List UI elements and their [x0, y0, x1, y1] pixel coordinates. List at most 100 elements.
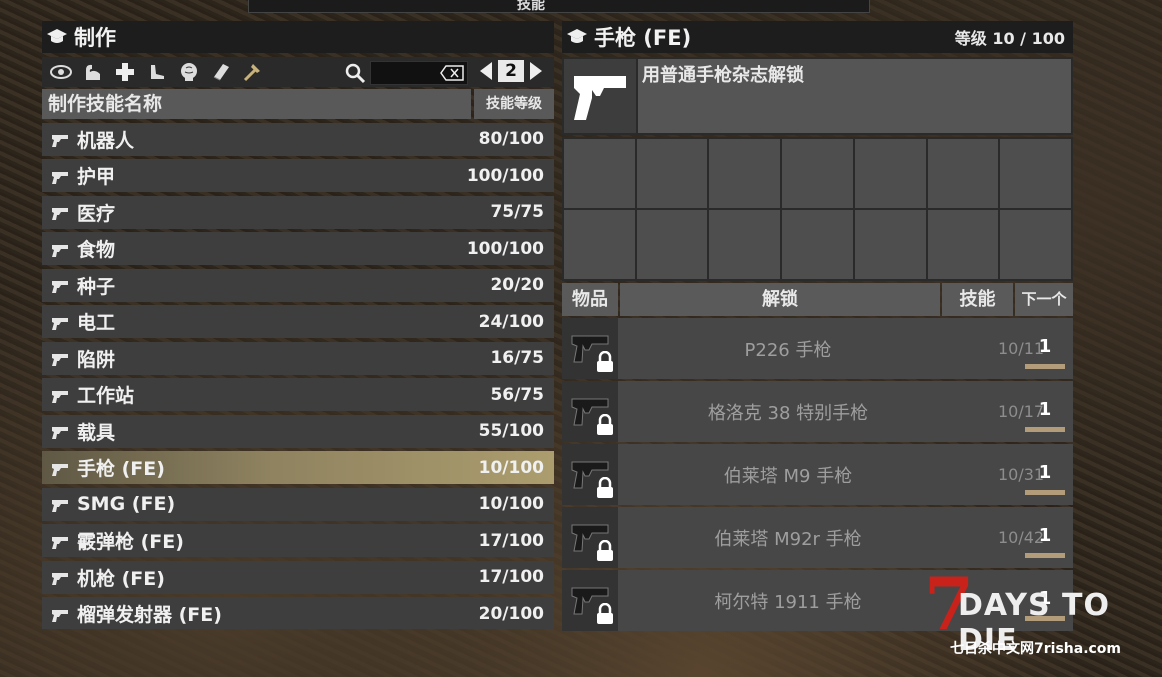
- skill-level: 等级 10 / 100: [954, 29, 1065, 48]
- trap-icon: [47, 347, 73, 369]
- skill-row[interactable]: SMG (FE) 10/100: [42, 487, 554, 521]
- skill-name-column[interactable]: 制作技能名称: [42, 89, 471, 119]
- skill-row-level: 24/100: [478, 311, 544, 332]
- top-tab-bar: 技能: [248, 0, 870, 13]
- perk-slot[interactable]: [782, 139, 853, 208]
- skill-row-label: 种子: [77, 275, 116, 298]
- hammer-icon[interactable]: [240, 61, 266, 83]
- filter-toolbar: 2: [42, 57, 554, 87]
- search-input[interactable]: [370, 61, 468, 85]
- weapon-icon: [562, 507, 618, 568]
- unlock-info: 伯莱塔 M9 手枪 10/31 1: [618, 444, 1073, 505]
- arm-icon[interactable]: [80, 61, 106, 83]
- unlock-list-header: 物品 解锁 技能 下一个: [562, 283, 1073, 316]
- skill-row[interactable]: 食物 100/100: [42, 232, 554, 265]
- perk-slot[interactable]: [636, 139, 708, 208]
- perk-slot[interactable]: [927, 210, 999, 279]
- unlock-next: 1: [1038, 462, 1052, 483]
- weapon-icon: [562, 381, 618, 442]
- feet-icon[interactable]: [144, 61, 170, 83]
- skill-row[interactable]: 载具 55/100: [42, 414, 554, 448]
- plus-icon[interactable]: [112, 61, 138, 83]
- crafting-panel-header: 制作: [42, 21, 554, 53]
- eye-icon[interactable]: [48, 61, 74, 83]
- skill-row-label: 霰弹枪 (FE): [77, 531, 184, 553]
- perk-slot[interactable]: [782, 210, 853, 279]
- skill-row[interactable]: 电工 24/100: [42, 305, 554, 338]
- skill-row[interactable]: 霰弹枪 (FE) 17/100: [42, 524, 554, 557]
- pager: 2: [478, 60, 544, 82]
- game-logo-watermark: 7 DAYS TO DIE 七日杀中文网7risha.com: [924, 568, 1154, 668]
- crafting-panel-title: 制作: [74, 26, 116, 50]
- skill-row-level: 80/100: [478, 129, 544, 149]
- perk-slot[interactable]: [1000, 139, 1071, 208]
- unlock-name: P226 手枪: [744, 339, 832, 361]
- skill-row[interactable]: 榴弹发射器 (FE) 20/100: [42, 597, 554, 629]
- graduation-cap-icon: [47, 29, 67, 43]
- skill-description: 用普通手枪杂志解锁: [562, 57, 1073, 135]
- skill-list-header: 制作技能名称 技能等级: [42, 89, 554, 119]
- skill-row-level: 16/75: [490, 348, 544, 368]
- unlock-next: 1: [1038, 525, 1052, 546]
- perk-slot[interactable]: [709, 210, 781, 279]
- skill-row-level: 10/100: [478, 494, 544, 514]
- skill-row-label: 载具: [77, 421, 116, 444]
- unlock-info: P226 手枪 10/11 1: [618, 318, 1073, 379]
- search-icon: [345, 63, 366, 84]
- skill-row[interactable]: 陷阱 16/75: [42, 341, 554, 375]
- next-page-icon[interactable]: [528, 61, 544, 81]
- vehicle-icon: [47, 420, 73, 442]
- perk-slot[interactable]: [854, 139, 926, 208]
- skill-row-label: 机枪 (FE): [77, 567, 165, 590]
- unlock-info: 格洛克 38 特别手枪 10/17 1: [618, 381, 1073, 442]
- unlock-next: 1: [1038, 336, 1052, 357]
- unlock-row[interactable]: P226 手枪 10/11 1: [562, 318, 1073, 379]
- skill-row[interactable]: 医疗 75/75: [42, 195, 554, 229]
- skill-row-level: 55/100: [478, 421, 544, 441]
- unlock-name: 伯莱塔 M9 手枪: [723, 465, 853, 487]
- clear-search-icon[interactable]: [440, 65, 464, 81]
- shotgun-icon: [47, 530, 73, 552]
- unlock-next: 1: [1038, 399, 1052, 420]
- skill-row[interactable]: 机器人 80/100: [42, 122, 554, 156]
- lock-icon: [597, 414, 613, 435]
- perk-slot[interactable]: [1000, 210, 1071, 279]
- prev-page-icon[interactable]: [478, 61, 494, 81]
- lock-icon: [597, 603, 613, 624]
- perk-slot[interactable]: [564, 210, 635, 279]
- brain-icon[interactable]: [176, 61, 202, 83]
- skill-row-level: 20/20: [490, 275, 544, 295]
- skill-row-label: 陷阱: [77, 348, 116, 371]
- perk-slot[interactable]: [636, 210, 708, 279]
- perk-slot[interactable]: [564, 139, 635, 208]
- perk-slot[interactable]: [854, 210, 926, 279]
- detail-panel-title: 手枪 (FE): [594, 26, 692, 50]
- unlock-row[interactable]: 格洛克 38 特别手枪 10/17 1: [562, 381, 1073, 442]
- skill-row-level: 17/100: [478, 530, 544, 551]
- skill-detail-panel: 手枪 (FE) 等级 10 / 100 用普通手枪杂志解锁 物品 解锁 技能 下…: [562, 21, 1073, 631]
- skill-level-column[interactable]: 技能等级: [474, 89, 554, 119]
- skill-row-level: 17/100: [478, 567, 544, 587]
- skill-row[interactable]: 工作站 56/75: [42, 378, 554, 411]
- unlock-name: 格洛克 38 特别手枪: [707, 402, 869, 424]
- robot-icon: [47, 128, 73, 150]
- skill-row-level: 100/100: [466, 165, 544, 186]
- item-column: 物品: [562, 283, 618, 316]
- skill-row[interactable]: 种子 20/20: [42, 268, 554, 302]
- unlock-name: 柯尔特 1911 手枪: [714, 591, 862, 613]
- skill-row[interactable]: 手枪 (FE) 10/100: [42, 451, 554, 484]
- lock-icon: [597, 540, 613, 561]
- launcher-icon: [47, 603, 73, 625]
- next-column: 下一个: [1015, 283, 1073, 316]
- unlock-column: 解锁: [620, 283, 940, 316]
- unlock-row[interactable]: 伯莱塔 M9 手枪 10/31 1: [562, 444, 1073, 505]
- unlock-progress-bar: [1025, 490, 1065, 495]
- medical-icon: [47, 201, 73, 223]
- pistol-icon: [47, 457, 73, 479]
- skill-row[interactable]: 护甲 100/100: [42, 159, 554, 192]
- perk-slot[interactable]: [927, 139, 999, 208]
- perk-slot[interactable]: [709, 139, 781, 208]
- skill-row[interactable]: 机枪 (FE) 17/100: [42, 560, 554, 594]
- unlock-row[interactable]: 伯莱塔 M92r 手枪 10/42 1: [562, 507, 1073, 568]
- book-icon[interactable]: [208, 61, 234, 83]
